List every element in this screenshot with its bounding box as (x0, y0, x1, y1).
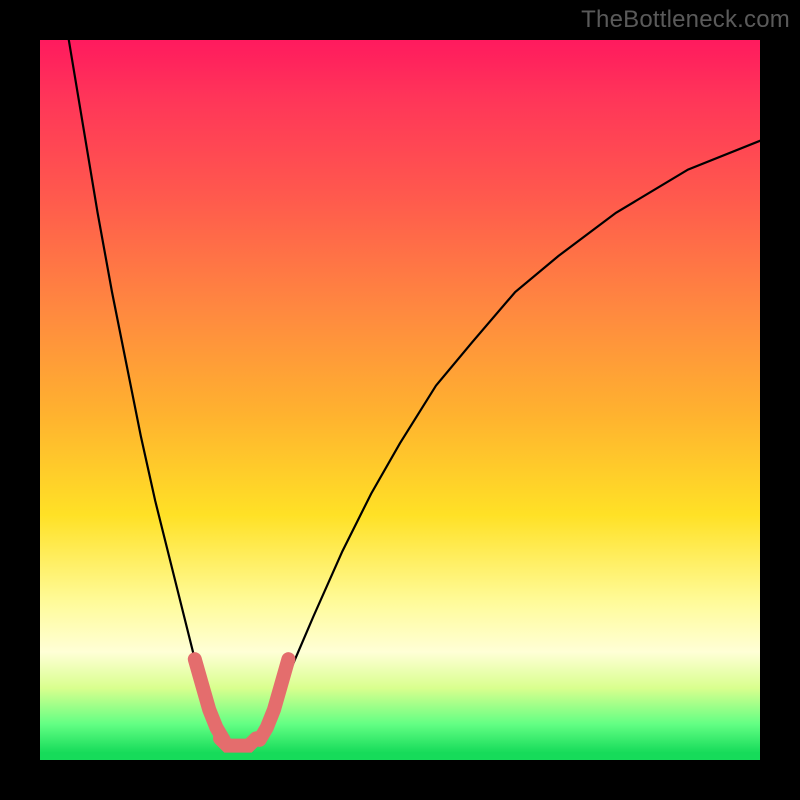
curve-right (256, 141, 760, 746)
plot-area (40, 40, 760, 760)
highlight-left (195, 659, 224, 740)
curve-layer (40, 40, 760, 760)
highlight-floor (220, 738, 256, 745)
watermark-text: TheBottleneck.com (581, 6, 790, 34)
chart-frame: TheBottleneck.com (0, 0, 800, 800)
highlight-right (260, 659, 289, 740)
curve-left (69, 40, 227, 746)
